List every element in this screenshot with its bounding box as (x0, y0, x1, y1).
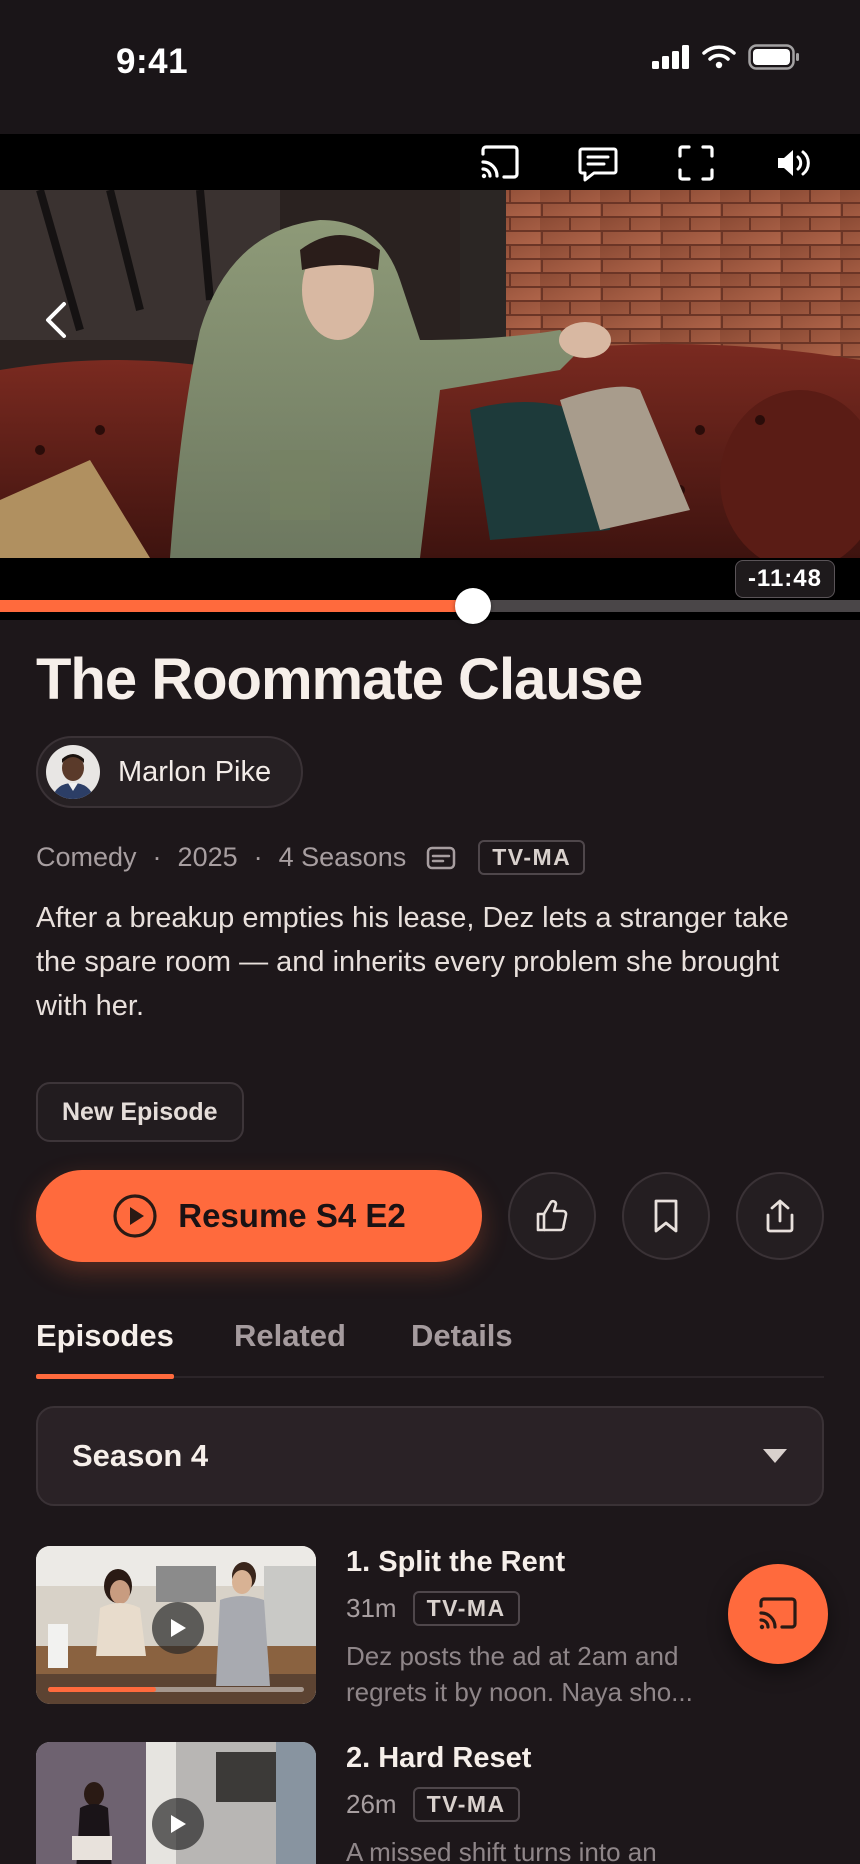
show-title: The Roommate Clause (36, 647, 643, 712)
captions-icon (578, 147, 618, 182)
cast-icon (759, 1597, 797, 1630)
content-tabs: Episodes Related Details (36, 1316, 824, 1379)
bookmark-button[interactable] (622, 1172, 710, 1260)
tab-episodes[interactable]: Episodes (36, 1318, 174, 1354)
play-icon (152, 1798, 204, 1850)
bookmark-icon (654, 1199, 678, 1233)
episode-title: 2. Hard Reset (346, 1742, 532, 1774)
tab-related[interactable]: Related (234, 1318, 346, 1354)
signal-icon (652, 45, 689, 69)
status-bar: 9:41 (0, 0, 860, 134)
meta-row: Comedy · 2025 · 4 Seasons TV-MA (36, 840, 586, 875)
seasons-count: 4 Seasons (278, 842, 407, 872)
genre: Comedy (36, 842, 137, 872)
time-remaining: -11:48 (734, 560, 835, 598)
fullscreen-button[interactable] (672, 142, 720, 184)
avatar (46, 745, 100, 799)
show-description: After a breakup empties his lease, Dez l… (36, 902, 789, 1022)
cast-fab-button[interactable] (728, 1564, 828, 1664)
volume-icon (778, 150, 810, 176)
episode-thumbnail[interactable] (36, 1742, 316, 1864)
thumbs-up-icon (536, 1199, 568, 1232)
subtitles-icon (426, 846, 456, 869)
video-still-image (0, 190, 860, 558)
episode-meta: 31m TV-MA (346, 1591, 766, 1626)
scrubber-knob[interactable] (455, 588, 491, 624)
episode-description: Dez posts the ad at 2am and regrets it b… (346, 1641, 693, 1707)
episode-info: 2. Hard Reset 26m TV-MA A missed shift t… (346, 1742, 766, 1864)
episode-progress-track (48, 1687, 304, 1692)
meta-separator: · (152, 842, 162, 872)
status-icons (652, 44, 800, 70)
back-button[interactable] (36, 290, 76, 350)
video-frame[interactable] (0, 190, 860, 558)
progress-fill (0, 600, 473, 612)
progress-track[interactable] (0, 588, 860, 624)
episode-rating: TV-MA (412, 1591, 520, 1626)
episode-duration: 31m (346, 1593, 397, 1623)
cast-icon (481, 145, 519, 179)
year: 2025 (177, 842, 238, 872)
episode-thumbnail[interactable] (36, 1546, 316, 1704)
battery-icon (748, 44, 799, 70)
episode-duration: 26m (346, 1789, 397, 1819)
chevron-left-icon (46, 302, 66, 338)
captions-button[interactable] (574, 142, 622, 184)
episode-item[interactable]: 2. Hard Reset 26m TV-MA A missed shift t… (36, 1742, 824, 1864)
fullscreen-icon (678, 145, 714, 181)
new-episode-badge: New Episode (36, 1082, 244, 1142)
rating-badge: TV-MA (478, 840, 586, 875)
creator-name: Marlon Pike (118, 755, 272, 788)
wifi-icon (702, 45, 736, 69)
tab-active-indicator (36, 1374, 174, 1379)
share-button[interactable] (736, 1172, 824, 1260)
player-control-bar (0, 134, 860, 190)
volume-button[interactable] (770, 142, 818, 184)
season-dropdown[interactable]: Season 4 (36, 1406, 824, 1506)
meta-separator: · (253, 842, 263, 872)
creator-chip[interactable]: Marlon Pike (36, 736, 304, 808)
resume-button[interactable]: Resume S4 E2 (36, 1170, 482, 1262)
episode-meta: 26m TV-MA (346, 1787, 766, 1822)
caret-down-icon (763, 1449, 787, 1463)
episode-info: 1. Split the Rent 31m TV-MA Dez posts th… (346, 1546, 766, 1710)
tab-details[interactable]: Details (411, 1318, 513, 1354)
share-icon (766, 1199, 794, 1233)
play-icon (152, 1602, 204, 1654)
play-circle-icon (113, 1194, 157, 1238)
status-time: 9:41 (116, 42, 189, 81)
episode-rating: TV-MA (412, 1787, 520, 1822)
episode-description: A missed shift turns into an (346, 1837, 657, 1864)
episode-title: 1. Split the Rent (346, 1546, 566, 1578)
episode-item[interactable]: 1. Split the Rent 31m TV-MA Dez posts th… (36, 1546, 824, 1716)
episode-progress-fill (48, 1687, 156, 1692)
cast-button[interactable] (476, 142, 524, 184)
season-label: Season 4 (72, 1438, 209, 1473)
resume-label: Resume S4 E2 (178, 1197, 406, 1234)
like-button[interactable] (508, 1172, 596, 1260)
